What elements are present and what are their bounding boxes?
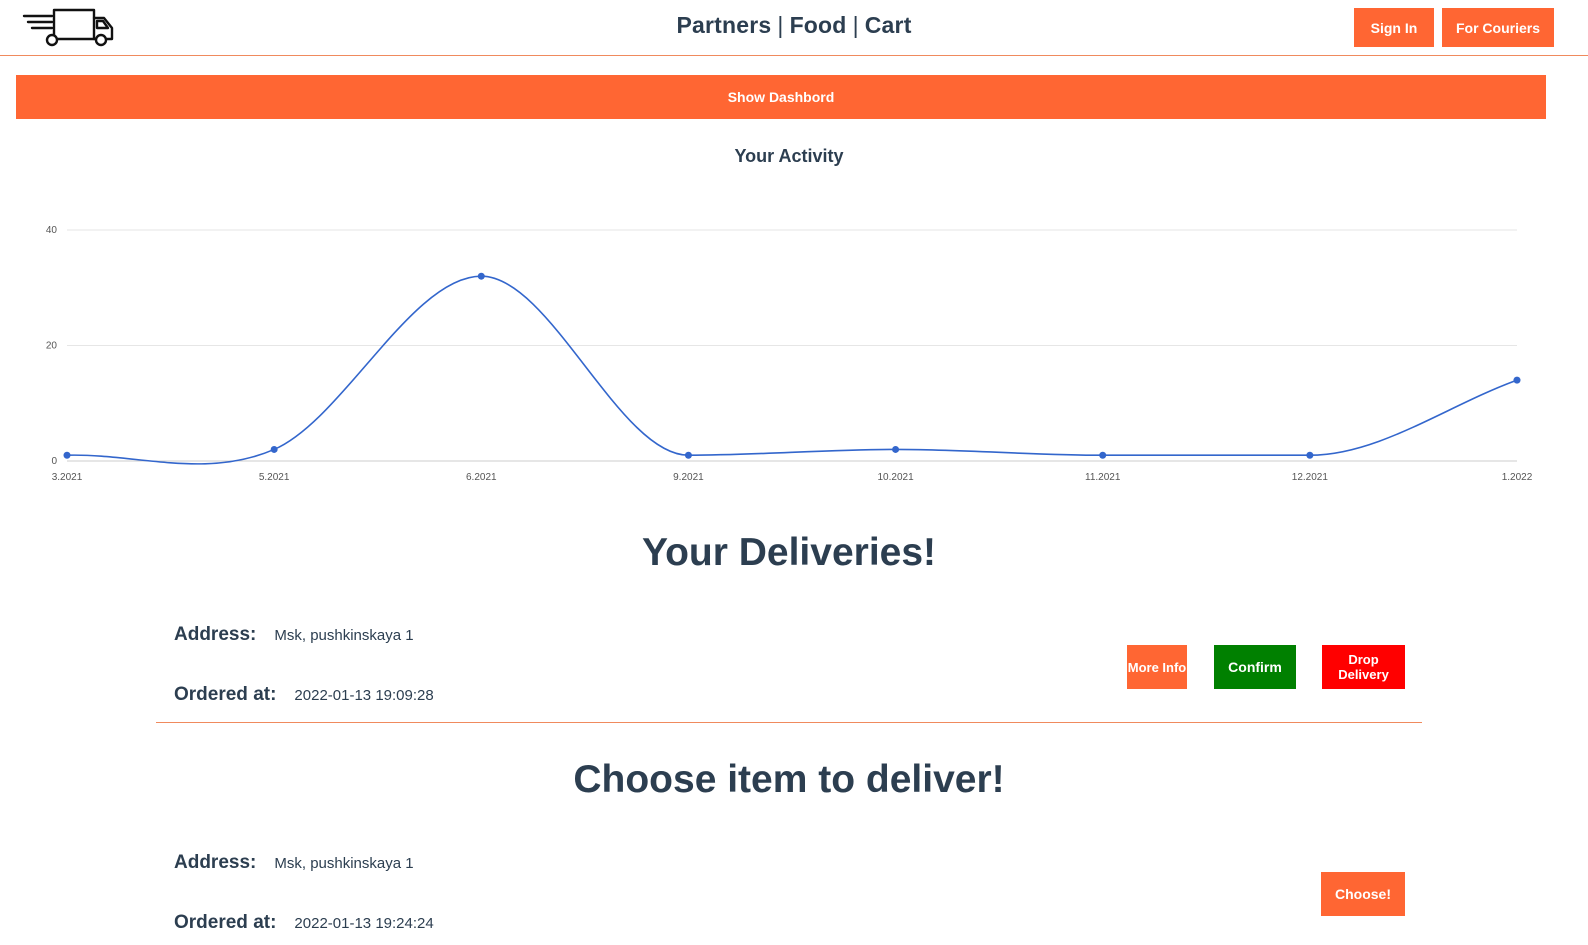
activity-chart: 0 20 40 3.2021 5.2021 6.2021 9.2021 10.2021 11.2… bbox=[46, 225, 1533, 483]
site-title: Partners | Food | Cart bbox=[0, 12, 1588, 39]
address-value: Msk, pushkinskaya 1 bbox=[274, 855, 414, 872]
y-tick-label: 20 bbox=[46, 341, 58, 352]
delivery-truck-icon[interactable] bbox=[22, 4, 118, 48]
data-point bbox=[892, 445, 900, 453]
address-value: Msk, pushkinskaya 1 bbox=[274, 627, 414, 644]
data-point bbox=[1099, 451, 1107, 459]
data-point bbox=[1513, 376, 1521, 384]
x-tick-label: 12.2021 bbox=[1292, 472, 1329, 483]
more-info-button[interactable]: More Info bbox=[1127, 645, 1187, 689]
brand-food-link[interactable]: Food bbox=[790, 12, 847, 38]
data-point bbox=[684, 451, 692, 459]
x-tick-label: 5.2021 bbox=[259, 472, 290, 483]
choose-button[interactable]: Choose! bbox=[1321, 872, 1405, 916]
data-point bbox=[477, 272, 485, 280]
available-item-row: Address: Msk, pushkinskaya 1 Ordered at: 2… bbox=[156, 840, 1422, 945]
x-tick-label: 1.2022 bbox=[1502, 472, 1533, 483]
data-point bbox=[1306, 451, 1314, 459]
drop-delivery-button[interactable]: Drop Delivery bbox=[1322, 645, 1405, 689]
activity-series-line bbox=[66, 275, 1518, 465]
brand-separator: | bbox=[777, 12, 784, 38]
data-point bbox=[63, 451, 71, 459]
ordered-at-label: Ordered at: bbox=[174, 684, 277, 705]
ordered-at-field: Ordered at: 2022-01-13 19:09:28 bbox=[174, 684, 434, 706]
x-tick-label: 11.2021 bbox=[1085, 472, 1121, 483]
delivery-row: Address: Msk, pushkinskaya 1 Ordered at: 2… bbox=[156, 612, 1422, 723]
y-tick-label: 0 bbox=[51, 456, 57, 467]
chart-title: Your Activity bbox=[734, 146, 844, 166]
ordered-at-value: 2022-01-13 19:24:24 bbox=[294, 915, 434, 932]
ordered-at-value: 2022-01-13 19:09:28 bbox=[294, 687, 434, 704]
y-tick-label: 40 bbox=[46, 225, 58, 236]
x-tick-label: 6.2021 bbox=[466, 472, 497, 483]
choose-item-heading: Choose item to deliver! bbox=[573, 758, 1005, 801]
ordered-at-field: Ordered at: 2022-01-13 19:24:24 bbox=[174, 912, 434, 934]
top-navbar: Partners | Food | Cart Sign In For Couriers bbox=[0, 0, 1588, 56]
brand-cart-link[interactable]: Cart bbox=[865, 12, 912, 38]
sign-in-button[interactable]: Sign In bbox=[1354, 8, 1434, 47]
brand-partners-link[interactable]: Partners bbox=[676, 12, 771, 38]
address-label: Address: bbox=[174, 624, 257, 645]
x-tick-label: 9.2021 bbox=[673, 472, 704, 483]
ordered-at-label: Ordered at: bbox=[174, 912, 277, 933]
brand-separator: | bbox=[852, 12, 859, 38]
for-couriers-button[interactable]: For Couriers bbox=[1442, 8, 1554, 47]
address-field: Address: Msk, pushkinskaya 1 bbox=[174, 852, 414, 874]
address-label: Address: bbox=[174, 852, 257, 873]
data-point bbox=[270, 445, 278, 453]
deliveries-heading: Your Deliveries! bbox=[641, 531, 937, 574]
address-field: Address: Msk, pushkinskaya 1 bbox=[174, 624, 414, 646]
show-dashboard-button[interactable]: Show Dashbord bbox=[16, 75, 1546, 119]
confirm-button[interactable]: Confirm bbox=[1214, 645, 1296, 689]
x-tick-label: 3.2021 bbox=[52, 472, 83, 483]
x-tick-label: 10.2021 bbox=[877, 472, 914, 483]
